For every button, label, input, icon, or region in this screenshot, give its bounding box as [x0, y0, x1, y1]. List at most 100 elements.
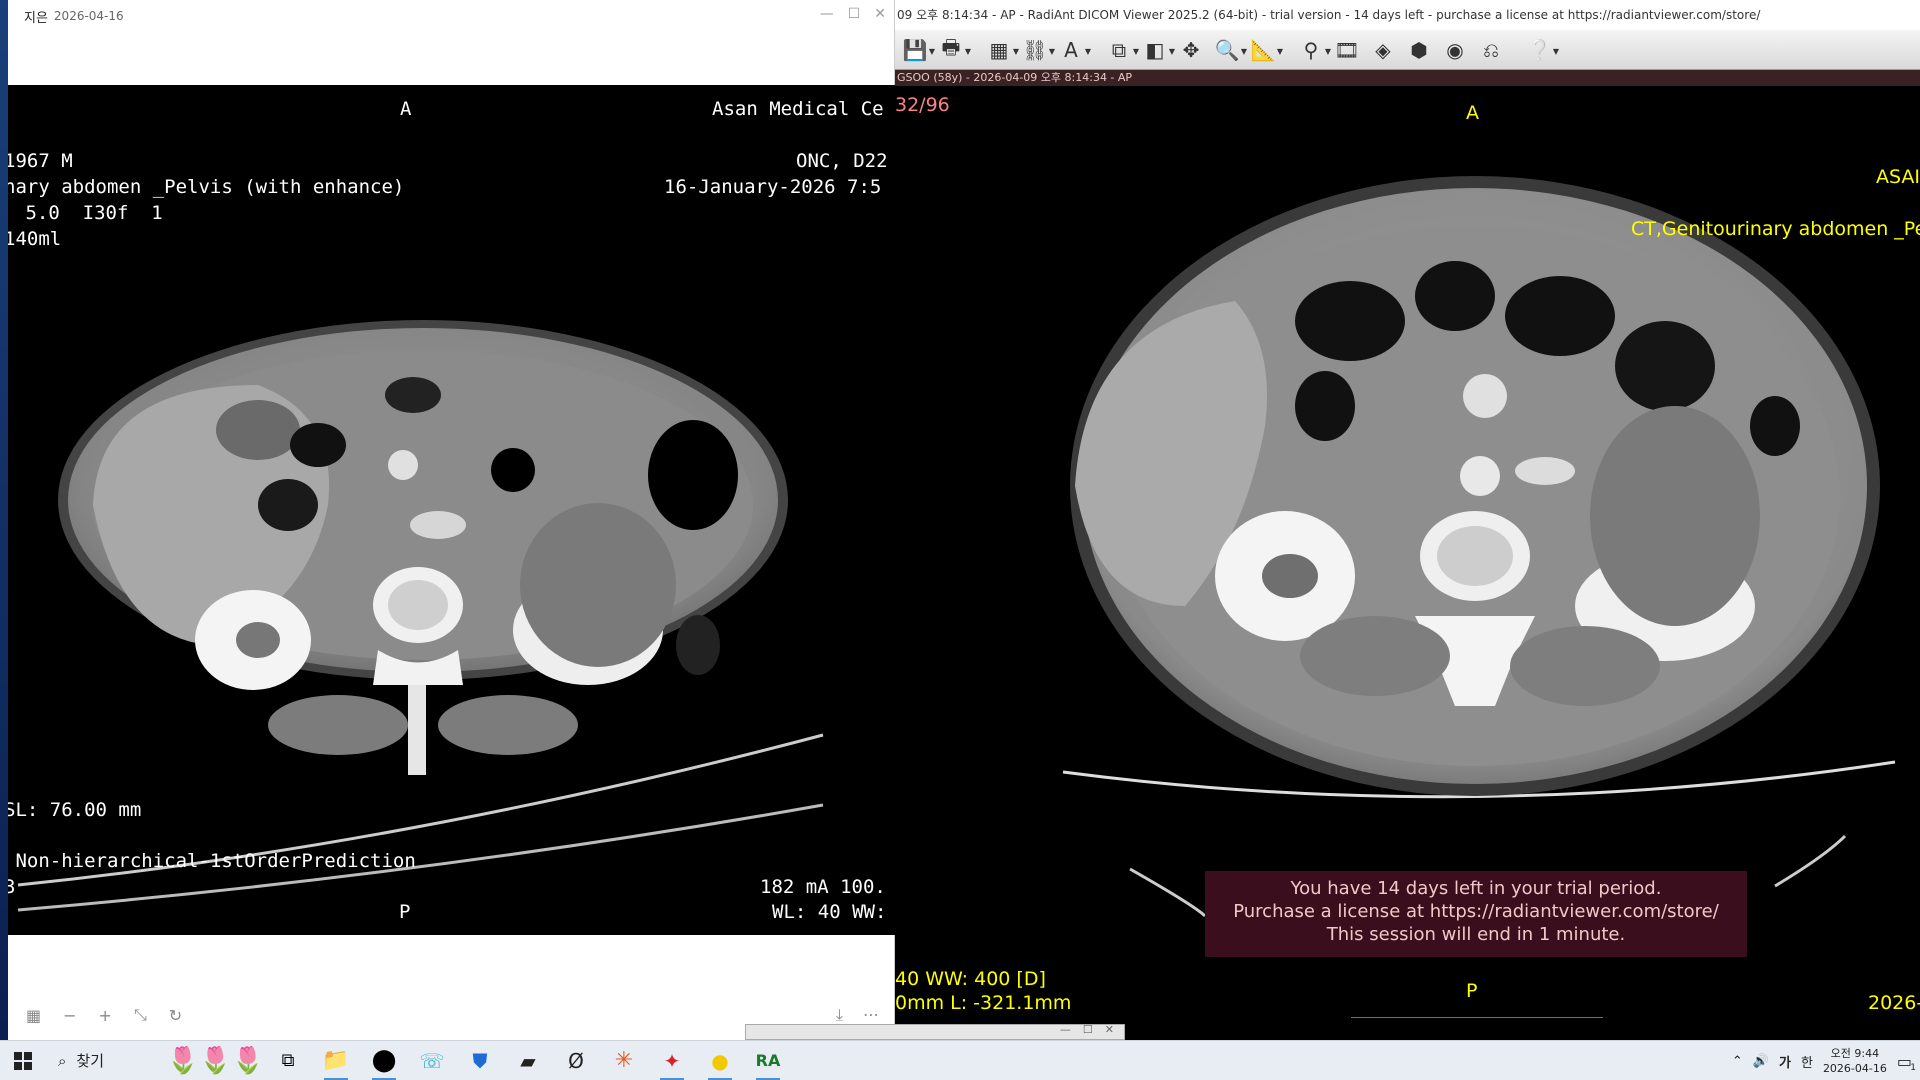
terminal-icon[interactable]: Ø	[552, 1041, 600, 1080]
mini-window-controls: — ☐ ✕	[1060, 1023, 1114, 1036]
trial-line-3: This session will end in 1 minute.	[1326, 924, 1626, 945]
cine-icon[interactable]: ⚲ ▼	[1295, 34, 1331, 66]
task-view-icon[interactable]: ⧉	[264, 1041, 312, 1080]
study-label-right: CT,Genitourinary abdomen _Pe	[1631, 218, 1920, 240]
clock-date: 2026-04-16	[1822, 1062, 1887, 1075]
trial-line-2: Purchase a license at https://radiantvie…	[1233, 901, 1719, 922]
tulips-icon: 🌷🌷🌷	[166, 1045, 264, 1076]
app-star-icon[interactable]: ✳	[600, 1041, 648, 1080]
app-red-icon[interactable]: ✦	[648, 1041, 696, 1080]
close-icon[interactable]: ✕	[874, 6, 886, 22]
save-icon[interactable]: 💾 ▼	[899, 34, 935, 66]
orientation-anterior-right: A	[1466, 102, 1479, 124]
window-line: WL: 40 WW:	[772, 901, 887, 923]
photo-viewer-toolbar-right: ⤓ ⋯	[836, 1005, 879, 1025]
radiant-study-infobar[interactable]: GSOO (58y) - 2026-04-09 오후 8:14:34 - AP	[895, 70, 1920, 86]
orientation-anterior: A	[400, 98, 412, 120]
date-right: 2026-	[1868, 992, 1920, 1014]
notification-count: 1	[1910, 1062, 1916, 1073]
scale-ruler	[1351, 1012, 1603, 1018]
3d-icon[interactable]: ⬢	[1403, 34, 1435, 66]
maximize-icon[interactable]: ☐	[1083, 1023, 1093, 1036]
left-edge-mark: 3	[8, 876, 16, 898]
messenger-icon[interactable]: ☏	[408, 1041, 456, 1080]
ime-mode-label[interactable]: 가	[1779, 1052, 1791, 1071]
taskbar-search[interactable]: ⌕ 찾기 🌷🌷🌷	[46, 1041, 264, 1080]
system-tray: ⌃ 🔊 가 한 오전 9:44 2026-04-16 ▭ 1	[1732, 1041, 1920, 1080]
close-icon[interactable]: ✕	[1105, 1023, 1114, 1036]
image-index: 32/96	[895, 94, 950, 116]
grid-icon[interactable]: ▦	[26, 1006, 41, 1025]
taskbar: ⌕ 찾기 🌷🌷🌷 ⧉ 📁 ⬤ ☏ ⛊ ▰ Ø ✳ ✦ ● RA ⌃ 🔊 가 한 …	[0, 1040, 1920, 1080]
zoom-icon[interactable]: 🔍 ▼	[1211, 34, 1247, 66]
patient-line: 1967 M	[8, 150, 73, 172]
help-icon[interactable]: ❔ ▼	[1523, 34, 1559, 66]
window-title: 지은	[24, 10, 48, 26]
fit-icon[interactable]: ⤡	[134, 1005, 147, 1025]
file-explorer-icon[interactable]: 📁	[312, 1041, 360, 1080]
compare-icon[interactable]: ⎌	[1475, 34, 1507, 66]
study-line: nary abdomen _Pelvis (with enhance)	[8, 176, 405, 198]
ma-line: 182 mA 100.	[760, 876, 886, 898]
series-line: 5.0 I30f 1	[14, 202, 163, 224]
measure-right: 0mm L: -321.1mm	[895, 992, 1072, 1014]
trial-notice: You have 14 days left in your trial peri…	[1205, 871, 1747, 957]
dept-line: ONC, D22	[796, 150, 888, 172]
film-icon[interactable]: 🎞	[1331, 34, 1363, 66]
print-icon[interactable]: 🖶 ▼	[935, 34, 971, 66]
start-button[interactable]	[0, 1041, 46, 1080]
radiant-viewer-window[interactable]: 09 오후 8:14:34 - AP - RadiAnt DICOM Viewe…	[895, 0, 1920, 1040]
radiant-toolbar: 💾 ▼ 🖶 ▼ ▦ ▼ ⛓ ▼ A ▼ ⧉ ▼ ◧ ▼ ✥ 🔍 ▼ 📐 ▼ ⚲ ▼ 🎞 ◈ ⬢ ◉ …	[895, 30, 1920, 70]
window-controls: — ☐ ✕	[820, 6, 886, 22]
date-line: 16-January-2026 7:5	[664, 176, 882, 198]
search-icon: ⌕	[58, 1051, 67, 1070]
desktop: 지은 2026-04-16 — ☐ ✕ A Asan Medical Ce 19…	[0, 0, 1920, 1080]
layout-icon[interactable]: ▦ ▼	[983, 34, 1019, 66]
maximize-icon[interactable]: ☐	[848, 6, 861, 22]
orientation-posterior: P	[399, 901, 411, 923]
windows-logo-icon	[14, 1051, 32, 1070]
chrome-icon[interactable]: ⬤	[360, 1041, 408, 1080]
photo-viewer-window[interactable]: 지은 2026-04-16 — ☐ ✕ A Asan Medical Ce 19…	[8, 0, 895, 1040]
ct-image-left[interactable]: A Asan Medical Ce 1967 M ONC, D22 nary a…	[8, 85, 895, 935]
prediction-label: Non-hierarchical-1stOrderPrediction	[8, 850, 416, 872]
radiant-titlebar[interactable]: 09 오후 8:14:34 - AP - RadiAnt DICOM Viewe…	[895, 0, 1920, 30]
rotate-icon[interactable]: ↻	[169, 1006, 182, 1025]
orientation-posterior-right: P	[1466, 980, 1478, 1002]
radiant-icon[interactable]: RA	[744, 1041, 792, 1080]
link-icon[interactable]: ⛓ ▼	[1019, 34, 1055, 66]
window-date: 2026-04-16	[53, 9, 124, 23]
notes-icon[interactable]: ▰	[504, 1041, 552, 1080]
mpr-icon[interactable]: ◈	[1367, 34, 1399, 66]
zoom-out-icon[interactable]: −	[63, 1006, 76, 1025]
volume-icon[interactable]: 🔊	[1753, 1054, 1769, 1069]
clock-time: 오전 9:44	[1830, 1047, 1880, 1060]
fusion-icon[interactable]: ◉	[1439, 34, 1471, 66]
photo-viewer-titlebar[interactable]: 지은 2026-04-16 — ☐ ✕	[8, 0, 894, 32]
window-level-icon[interactable]: ◧ ▼	[1139, 34, 1175, 66]
security-icon[interactable]: ⛊	[456, 1041, 504, 1080]
kakaotalk-icon[interactable]: ●	[696, 1041, 744, 1080]
clock[interactable]: 오전 9:44 2026-04-16	[1823, 1046, 1887, 1076]
institution-label-right: ASAI	[1876, 166, 1920, 188]
ime-lang-label[interactable]: 한	[1801, 1052, 1813, 1071]
minimize-icon[interactable]: —	[1060, 1023, 1071, 1036]
chevron-up-icon[interactable]: ⌃	[1732, 1054, 1743, 1069]
window-level-right: 40 WW: 400 [D]	[895, 968, 1046, 990]
zoom-in-icon[interactable]: +	[99, 1006, 112, 1025]
download-icon[interactable]: ⤓	[836, 1005, 843, 1025]
notification-icon[interactable]: ▭ 1	[1897, 1052, 1916, 1073]
minimize-icon[interactable]: —	[820, 6, 834, 22]
pan-icon[interactable]: ✥	[1175, 34, 1207, 66]
ct-image-right[interactable]: 32/96 A ASAI CT,Genitourinary abdomen _P…	[895, 86, 1920, 1020]
search-label: 찾기	[76, 1052, 105, 1070]
contrast-line: 140ml	[8, 228, 62, 250]
trial-line-1: You have 14 days left in your trial peri…	[1290, 878, 1662, 899]
annotation-text-icon[interactable]: A ▼	[1055, 34, 1091, 66]
institution-label: Asan Medical Ce	[712, 98, 884, 120]
more-icon[interactable]: ⋯	[863, 1005, 879, 1025]
series-icon[interactable]: ⧉ ▼	[1103, 34, 1139, 66]
minimized-window-bar[interactable]: — ☐ ✕	[745, 1023, 1125, 1040]
measure-icon[interactable]: 📐 ▼	[1247, 34, 1283, 66]
slice-location: SL: 76.00 mm	[8, 799, 142, 821]
